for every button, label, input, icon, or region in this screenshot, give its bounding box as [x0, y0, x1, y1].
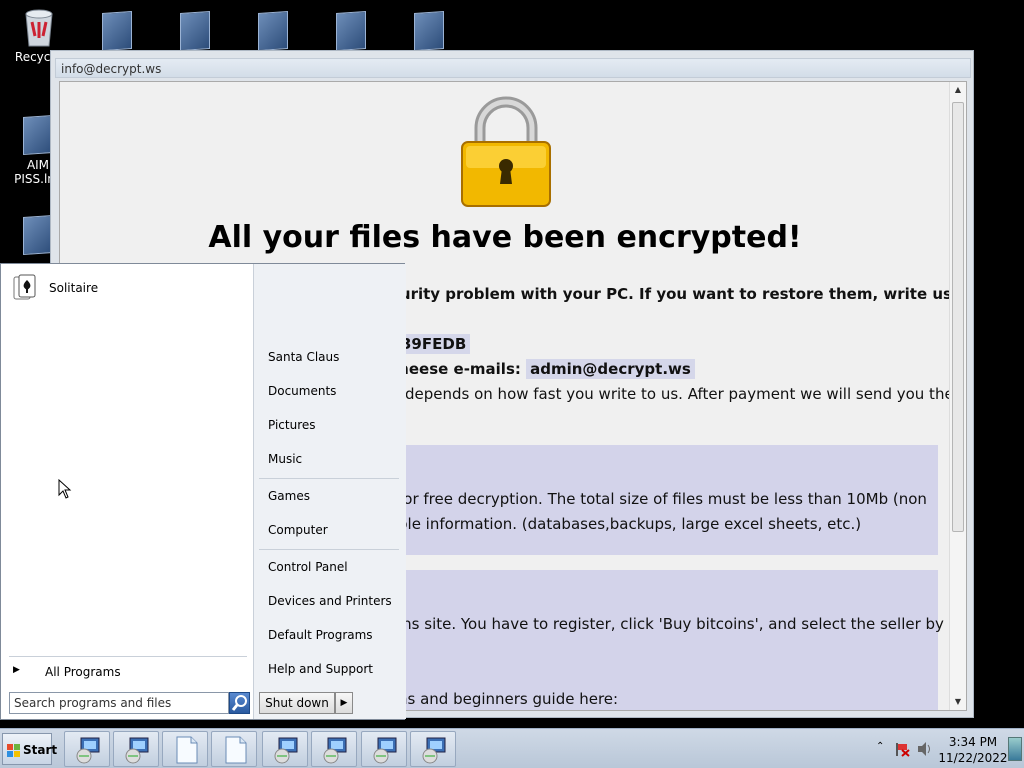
document-icon: [176, 736, 198, 764]
system-tray: ⌃ 3:34 PM 11/22/2022: [868, 731, 1024, 767]
ransom-headline: All your files have been encrypted!: [208, 220, 802, 255]
start-menu-programs-pane: Solitaire ▶ All Programs: [1, 264, 254, 719]
block1-line-1: for free decryption. The total size of f…: [398, 490, 927, 508]
block2-line-2: ns and beginners guide here:: [398, 690, 619, 708]
taskbar-button[interactable]: [311, 731, 357, 767]
taskbar-button[interactable]: [361, 731, 407, 767]
start-item-computer[interactable]: Computer: [268, 523, 328, 537]
scroll-down-icon[interactable]: ▼: [950, 694, 966, 710]
start-item-pictures[interactable]: Pictures: [268, 418, 316, 432]
taskbar-button[interactable]: [64, 731, 110, 767]
start-item-help-support[interactable]: Help and Support: [268, 662, 373, 676]
show-hidden-icons-icon[interactable]: ⌃: [876, 741, 884, 752]
start-item-games[interactable]: Games: [268, 489, 310, 503]
file-icon: [180, 10, 210, 52]
document-icon: [225, 736, 247, 764]
windows-logo-icon: [7, 744, 20, 757]
installer-icon: [373, 737, 397, 764]
start-item-user[interactable]: Santa Claus: [268, 350, 339, 364]
installer-icon: [76, 737, 100, 764]
search-placeholder: Search programs and files: [14, 696, 172, 710]
search-button[interactable]: [229, 692, 250, 714]
installer-icon: [125, 737, 149, 764]
file-icon: [258, 10, 288, 52]
window-titlebar[interactable]: info@decrypt.ws: [55, 58, 971, 78]
file-icon: [336, 10, 366, 52]
taskbar-button[interactable]: [211, 731, 257, 767]
clock-date[interactable]: 11/22/2022: [938, 751, 1008, 765]
recycle-bin-icon: [22, 6, 54, 47]
installer-icon: [422, 737, 446, 764]
search-input[interactable]: Search programs and files: [9, 692, 229, 714]
contact-email[interactable]: admin@decrypt.ws: [526, 359, 695, 379]
desktop-file-icon[interactable]: [316, 10, 386, 52]
taskbar-button[interactable]: [113, 731, 159, 767]
search-icon: [231, 695, 247, 711]
taskbar-button[interactable]: [162, 731, 208, 767]
window-title: info@decrypt.ws: [61, 62, 162, 76]
ransom-line-3: e depends on how fast you write to us. A…: [391, 385, 954, 403]
start-item-devices-printers[interactable]: Devices and Printers: [268, 594, 392, 608]
scrollbar-thumb[interactable]: [952, 102, 964, 532]
desktop-file-icon[interactable]: [82, 10, 152, 52]
separator: [259, 478, 399, 479]
solitaire-label: Solitaire: [49, 281, 99, 295]
file-icon: [23, 214, 53, 256]
show-desktop-button[interactable]: [1008, 737, 1022, 761]
desktop-file-icon[interactable]: [238, 10, 308, 52]
start-item-default-programs[interactable]: Default Programs: [268, 628, 373, 642]
scroll-up-icon[interactable]: ▲: [950, 82, 966, 98]
start-item-control-panel[interactable]: Control Panel: [268, 560, 348, 574]
block1-line-2: ble information. (databases,backups, lar…: [398, 515, 862, 533]
desktop-file-icon[interactable]: [160, 10, 230, 52]
volume-icon[interactable]: [916, 741, 934, 757]
emails-prefix: theese e-mails:: [391, 360, 521, 378]
arrow-right-icon: ▶: [13, 665, 20, 675]
ransom-line-1: curity problem with your PC. If you want…: [391, 285, 967, 303]
all-programs-label: All Programs: [45, 665, 121, 679]
solitaire-icon: [13, 274, 36, 300]
start-item-music[interactable]: Music: [268, 452, 302, 466]
ransom-line-2: theese e-mails: admin@decrypt.ws: [391, 359, 695, 379]
block2-line-1: ins site. You have to register, click 'B…: [398, 615, 944, 633]
start-label: Start: [23, 743, 58, 757]
victim-id-highlight: 39FEDB: [397, 334, 471, 354]
file-icon: [23, 114, 53, 156]
action-center-flag-icon[interactable]: [894, 741, 910, 757]
installer-icon: [323, 737, 347, 764]
file-icon: [414, 10, 444, 52]
installer-icon: [274, 737, 298, 764]
desktop-file-icon[interactable]: [394, 10, 464, 52]
start-button[interactable]: Start: [2, 733, 57, 765]
padlock-icon: [461, 96, 551, 207]
taskbar: Start ⌃ 3:34 PM 11/22/2022: [0, 728, 1024, 768]
shutdown-options-arrow-icon[interactable]: ▶: [335, 692, 353, 714]
start-menu-places-pane: Santa Claus Documents Pictures Music Gam…: [254, 264, 406, 719]
taskbar-button[interactable]: [410, 731, 456, 767]
taskbar-button[interactable]: [262, 731, 308, 767]
vertical-scrollbar[interactable]: ▲ ▼: [949, 82, 966, 710]
file-icon: [102, 10, 132, 52]
start-item-documents[interactable]: Documents: [268, 384, 336, 398]
separator: [259, 549, 399, 550]
mouse-cursor-icon: [58, 479, 72, 499]
shutdown-button[interactable]: Shut down: [259, 692, 335, 714]
victim-id: 39FEDB: [397, 334, 471, 354]
separator: [9, 656, 247, 657]
clock-time[interactable]: 3:34 PM: [938, 735, 1008, 749]
